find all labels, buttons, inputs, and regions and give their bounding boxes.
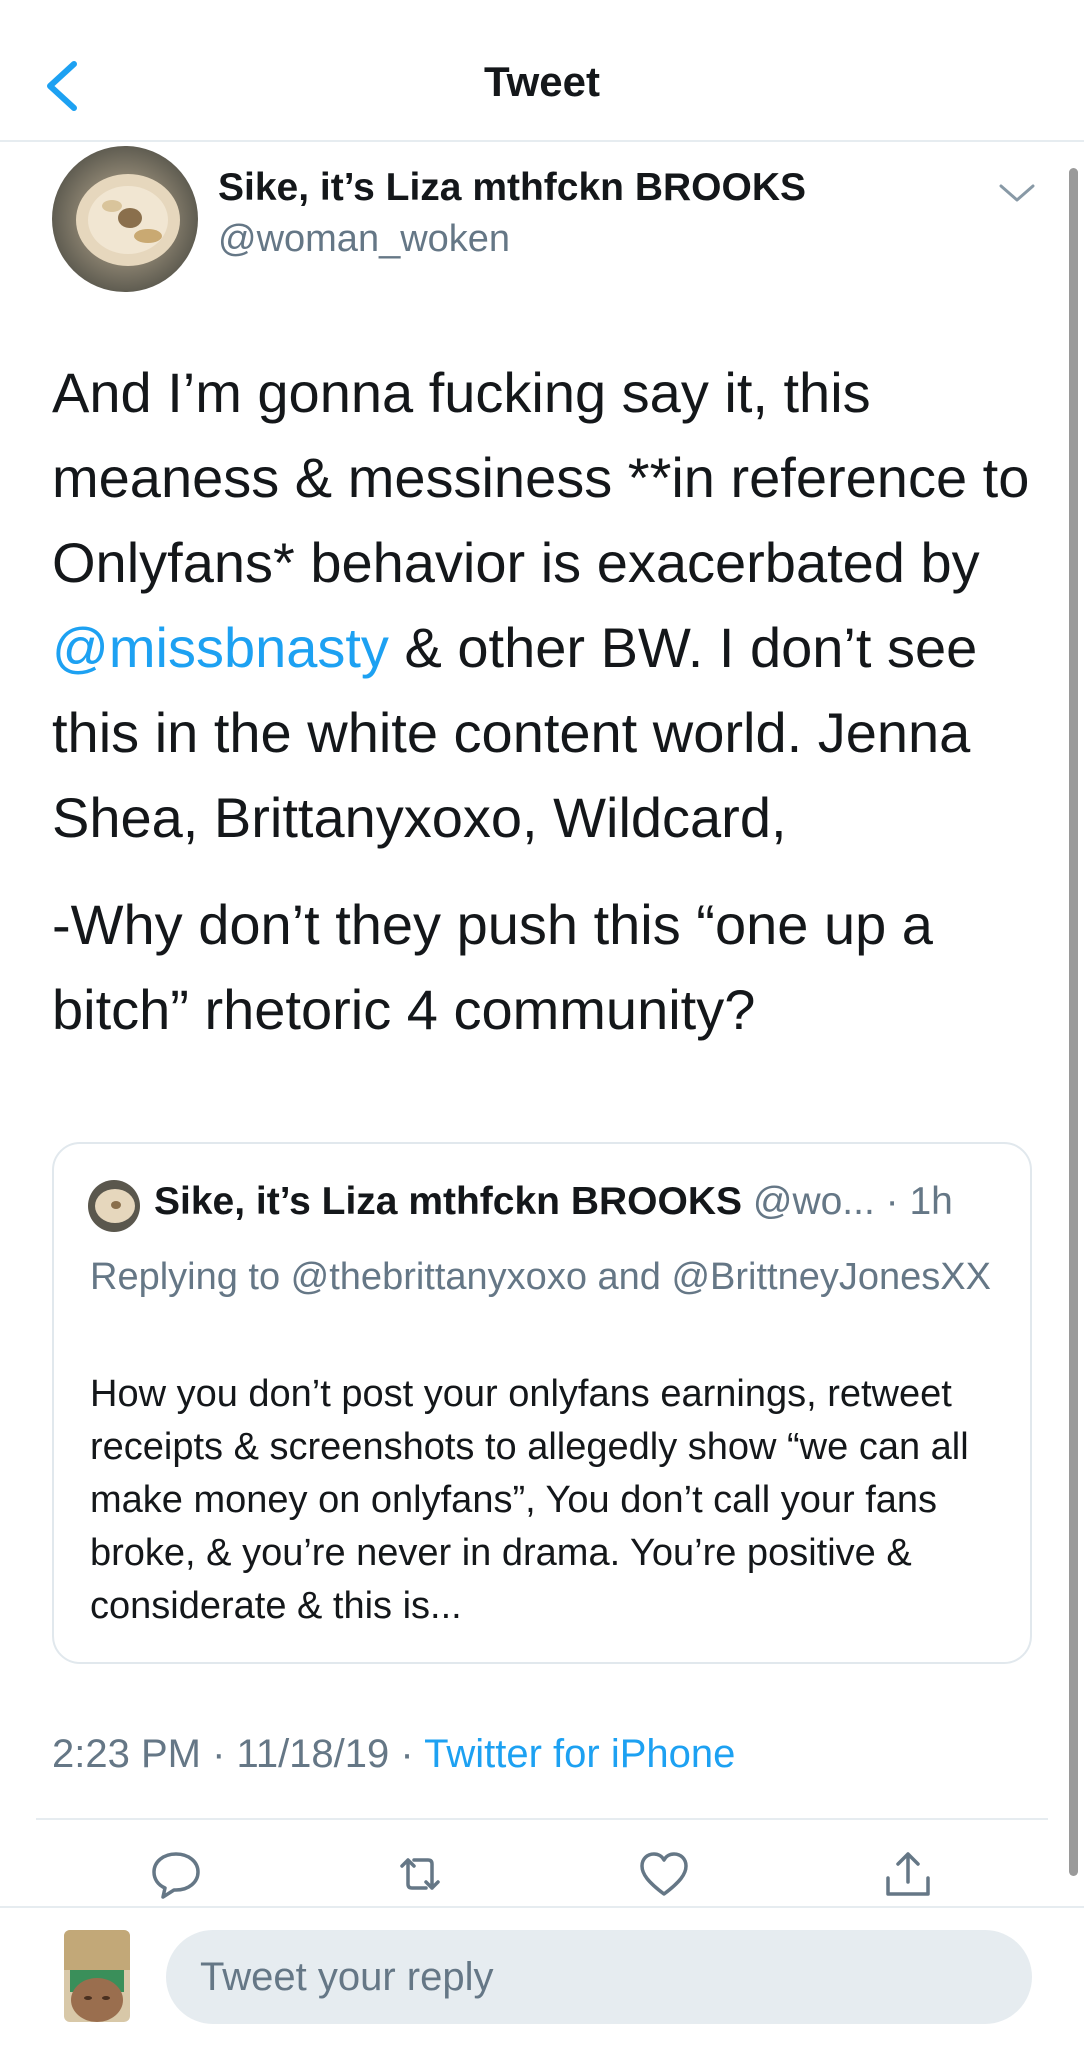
reply-icon[interactable] (148, 1846, 204, 1902)
tweet-date: 11/18/19 (236, 1732, 390, 1776)
author-handle[interactable]: @woman_woken (218, 218, 510, 261)
quoted-tweet-header: Sike, it’s Liza mthfckn BROOKS @wo... · … (154, 1180, 953, 1224)
reply-input[interactable] (166, 1930, 1032, 2024)
avatar-image (52, 146, 198, 292)
quoted-author-name: Sike, it’s Liza mthfckn BROOKS (154, 1180, 743, 1223)
chevron-down-icon[interactable] (995, 178, 1039, 208)
quoted-avatar (88, 1180, 140, 1232)
quoted-tweet-time: · 1h (885, 1180, 953, 1223)
reply-bar (0, 1906, 1084, 2048)
quoted-avatar-image (88, 1180, 140, 1232)
tweet-meta: 2:23 PM · 11/18/19 · Twitter for iPhone (52, 1732, 735, 1777)
retweet-icon[interactable] (392, 1846, 448, 1902)
quoted-author-handle: @wo... (752, 1180, 875, 1223)
mention-link[interactable]: @missbnasty (52, 616, 389, 679)
tweet-text-part1: And I’m gonna fucking say it, this meane… (52, 361, 1030, 594)
tweet-text: And I’m gonna fucking say it, this meane… (52, 350, 1042, 1052)
author-name[interactable]: Sike, it’s Liza mthfckn BROOKS (218, 166, 806, 210)
nav-bar: Tweet (0, 0, 1084, 142)
replying-to: Replying to @thebrittanyxoxo and @Brittn… (90, 1256, 991, 1298)
meta-separator: · (400, 1732, 414, 1776)
user-avatar[interactable] (64, 1930, 130, 2022)
quoted-tweet-text: How you don’t post your onlyfans earning… (90, 1373, 969, 1627)
avatar[interactable] (52, 146, 198, 292)
like-icon[interactable] (636, 1846, 692, 1902)
meta-separator: · (212, 1732, 226, 1776)
tweet-source-link[interactable]: Twitter for iPhone (424, 1732, 735, 1776)
share-icon[interactable] (880, 1846, 936, 1902)
quoted-tweet-card[interactable]: Sike, it’s Liza mthfckn BROOKS @wo... · … (52, 1142, 1032, 1664)
page-title: Tweet (484, 58, 600, 105)
scrollbar[interactable] (1069, 168, 1078, 1876)
user-avatar-image (64, 1930, 130, 2022)
tweet-paragraph-2: -Why don’t they push this “one up a bitc… (52, 893, 933, 1041)
divider (36, 1818, 1048, 1820)
action-bar (0, 1840, 1084, 1906)
tweet-time: 2:23 PM (52, 1732, 201, 1776)
tweet-paragraph: And I’m gonna fucking say it, this meane… (52, 350, 1042, 860)
